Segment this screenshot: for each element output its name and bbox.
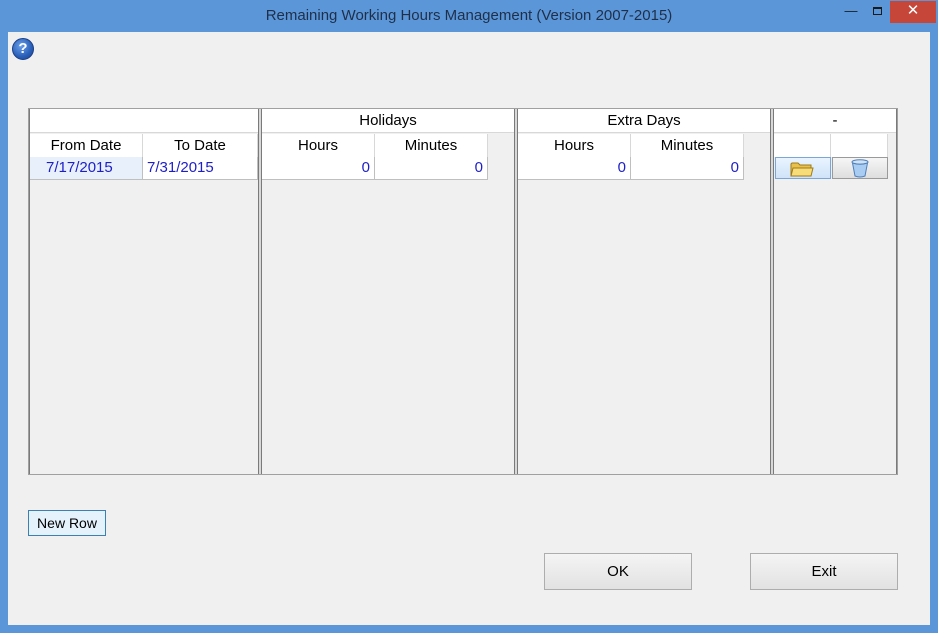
cell-holiday-minutes[interactable]: 0 [375, 157, 488, 180]
col-header-extra-minutes: Minutes [631, 134, 744, 157]
holidays-panel: Holidays Hours Minutes 0 0 [261, 109, 515, 474]
open-row-button[interactable] [775, 157, 831, 179]
actions-header: - [774, 109, 896, 133]
col-header-to-date: To Date [143, 134, 258, 157]
col-header-from-date: From Date [30, 134, 143, 157]
date-group-header [30, 109, 258, 133]
cell-from-date[interactable]: 7/17/2015 [30, 157, 143, 180]
col-header-extra-hours: Hours [518, 134, 631, 157]
client-area: ? From Date To Date 7/17/2015 7/31/2015 … [8, 32, 930, 625]
hours-grid: From Date To Date 7/17/2015 7/31/2015 Ho… [28, 108, 898, 475]
recycle-bin-icon [851, 159, 869, 178]
new-row-button[interactable]: New Row [28, 510, 106, 536]
cell-to-date[interactable]: 7/31/2015 [143, 157, 258, 180]
cell-extra-hours[interactable]: 0 [518, 157, 631, 180]
close-icon: ✕ [906, 2, 920, 19]
col-header-delete [831, 134, 888, 157]
col-header-holiday-hours: Hours [262, 134, 375, 157]
title-bar[interactable]: Remaining Working Hours Management (Vers… [0, 0, 938, 32]
app-window: Remaining Working Hours Management (Vers… [0, 0, 938, 633]
ok-button[interactable]: OK [544, 553, 692, 590]
holidays-header: Holidays [262, 109, 514, 133]
cell-holiday-hours[interactable]: 0 [262, 157, 375, 180]
folder-icon [790, 162, 814, 177]
maximize-icon [872, 7, 882, 15]
exit-button[interactable]: Exit [750, 553, 898, 590]
actions-panel: - [773, 109, 897, 474]
extra-days-header: Extra Days [518, 109, 770, 133]
window-title: Remaining Working Hours Management (Vers… [265, 7, 673, 24]
maximize-button[interactable] [864, 1, 890, 23]
help-icon[interactable]: ? [12, 38, 34, 60]
close-button[interactable]: ✕ [890, 1, 936, 23]
extra-days-panel: Extra Days Hours Minutes 0 0 [517, 109, 771, 474]
col-header-holiday-minutes: Minutes [375, 134, 488, 157]
date-panel: From Date To Date 7/17/2015 7/31/2015 [29, 109, 259, 474]
minimize-icon: — [844, 3, 858, 18]
delete-row-button[interactable] [832, 157, 888, 179]
col-header-open [774, 134, 831, 157]
cell-extra-minutes[interactable]: 0 [631, 157, 744, 180]
minimize-button[interactable]: — [838, 1, 864, 23]
